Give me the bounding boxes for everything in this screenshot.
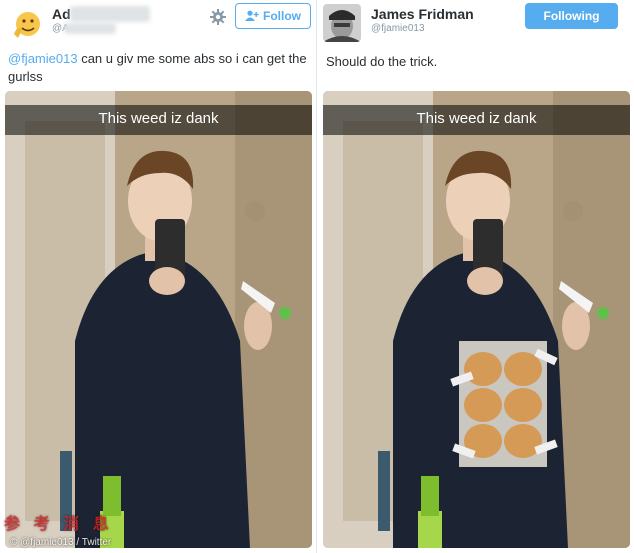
photo-caption: This weed iz dank <box>416 110 537 127</box>
follow-label: Follow <box>263 9 301 23</box>
left-tweet-panel: Ad @A Follow @fjamie013 can u giv me som… <box>0 0 317 553</box>
follow-button[interactable]: Follow <box>235 3 311 29</box>
tweet-text: @fjamie013 can u giv me some abs so i ca… <box>8 50 310 86</box>
watermark: 参 考 消 息 <box>4 514 113 533</box>
tweet-photo[interactable]: This weed iz dank <box>5 91 312 548</box>
right-tweet-panel: James Fridman @fjamie013 Following Shoul… <box>317 0 634 553</box>
user-name[interactable]: Ad <box>52 6 71 22</box>
user-name[interactable]: James Fridman <box>371 6 474 22</box>
photo-credit: © @fjamie013 / Twitter <box>10 537 112 548</box>
tweet-photo[interactable]: This weed iz dank <box>323 91 630 548</box>
photo-caption: This weed iz dank <box>98 110 219 127</box>
gear-icon[interactable] <box>207 6 229 28</box>
following-label: Following <box>543 9 600 23</box>
redaction-blur <box>64 23 116 34</box>
selfie-photo <box>5 91 312 548</box>
following-button[interactable]: Following <box>525 3 618 29</box>
avatar-emoji-icon[interactable] <box>8 4 46 42</box>
edited-selfie-photo <box>323 91 630 548</box>
redaction-blur <box>70 6 150 22</box>
avatar-icon[interactable] <box>323 4 361 42</box>
add-user-icon <box>245 10 259 21</box>
user-handle: @fjamie013 <box>371 23 425 34</box>
tweet-text: Should do the trick. <box>326 53 616 71</box>
mention-link[interactable]: @fjamie013 <box>8 51 78 66</box>
tweet-body: Should do the trick. <box>326 54 438 69</box>
